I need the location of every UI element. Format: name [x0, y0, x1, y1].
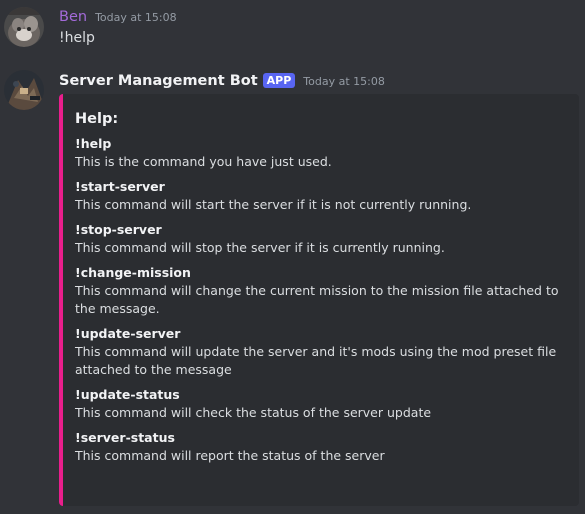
field-name: !update-server	[75, 326, 181, 341]
message-header: Ben Today at 15:08	[59, 9, 177, 25]
field-value: This command will check the status of th…	[75, 405, 432, 420]
help-embed: Help: !help This is the command you have…	[59, 94, 579, 506]
embed-field: !server-status This command will report …	[75, 429, 565, 465]
field-value: This command will report the status of t…	[75, 448, 385, 463]
message-ben: Ben Today at 15:08 !help	[0, 0, 585, 60]
embed-body: Help: !help This is the command you have…	[75, 111, 565, 472]
embed-field: !help This is the command you have just …	[75, 135, 565, 171]
embed-field: !stop-server This command will stop the …	[75, 221, 565, 257]
field-value: This command will stop the server if it …	[75, 240, 445, 255]
username[interactable]: Server Management Bot	[59, 73, 258, 89]
field-name: !server-status	[75, 430, 175, 445]
field-name: !change-mission	[75, 265, 191, 280]
field-name: !start-server	[75, 179, 165, 194]
field-name: !help	[75, 136, 112, 151]
timestamp[interactable]: Today at 15:08	[95, 11, 177, 24]
field-value: This command will start the server if it…	[75, 197, 472, 212]
message-text: !help	[59, 30, 95, 46]
message-header: Server Management Bot APP Today at 15:08	[59, 73, 385, 89]
field-value: This command will update the server and …	[75, 344, 557, 377]
username[interactable]: Ben	[59, 9, 87, 25]
field-value: This is the command you have just used.	[75, 154, 332, 169]
app-badge: APP	[262, 73, 296, 88]
embed-field: !update-status This command will check t…	[75, 386, 565, 422]
field-value: This command will change the current mis…	[75, 283, 559, 316]
embed-accent-bar	[59, 94, 63, 506]
embed-field: !start-server This command will start th…	[75, 178, 565, 214]
bot-avatar-icon[interactable]	[4, 70, 44, 110]
field-name: !stop-server	[75, 222, 162, 237]
timestamp[interactable]: Today at 15:08	[303, 75, 385, 88]
embed-title: Help:	[75, 111, 119, 127]
field-name: !update-status	[75, 387, 180, 402]
cat-avatar-icon[interactable]	[4, 7, 44, 47]
embed-field: !change-mission This command will change…	[75, 264, 565, 318]
embed-field: !update-server This command will update …	[75, 325, 565, 379]
